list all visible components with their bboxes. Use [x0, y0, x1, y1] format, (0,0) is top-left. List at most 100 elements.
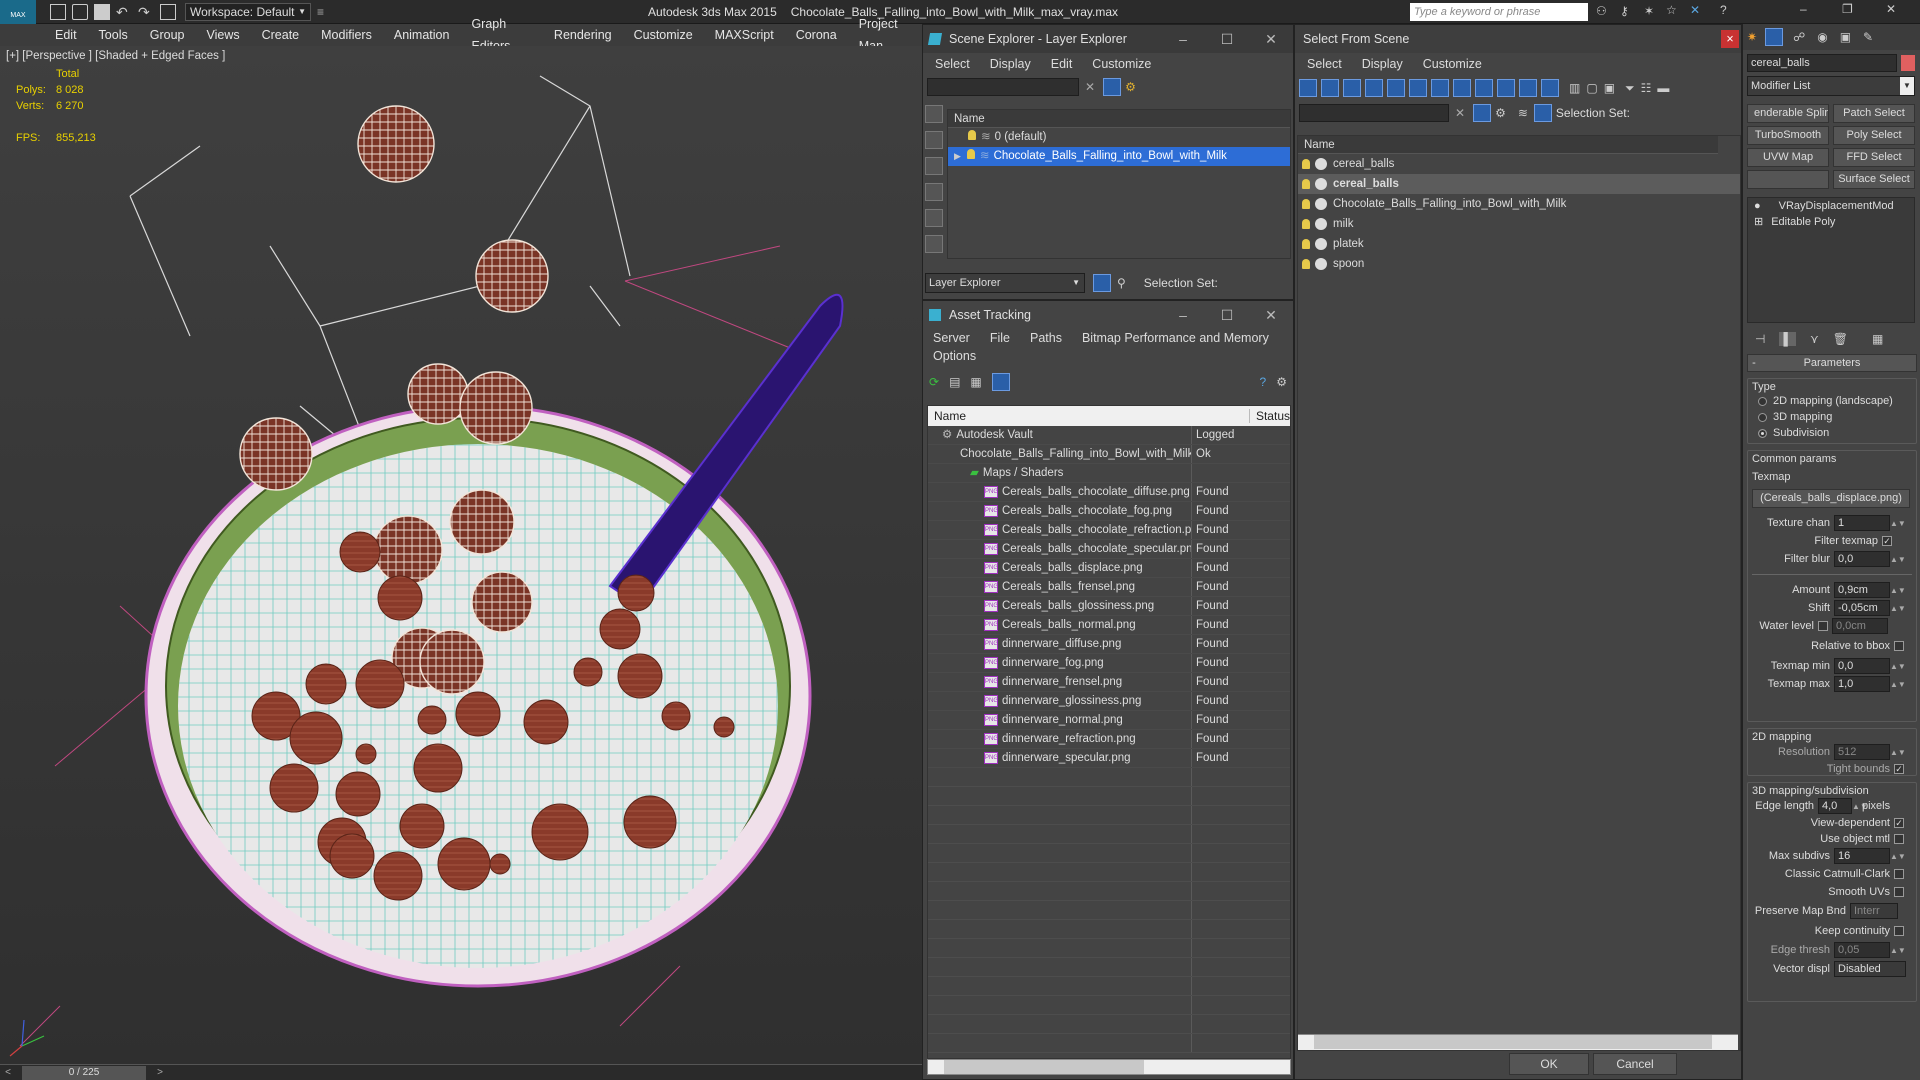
scene-object-row[interactable]: platek	[1298, 234, 1740, 254]
redo-icon[interactable]: ↷	[138, 4, 154, 20]
menu-views[interactable]: Views	[195, 24, 250, 46]
sfs-menu-customize[interactable]: Customize	[1413, 57, 1492, 71]
table-view-icon[interactable]	[991, 373, 1010, 391]
light-bulb-icon[interactable]	[968, 130, 976, 140]
menu-group[interactable]: Group	[139, 24, 196, 46]
light-bulb-icon[interactable]	[1302, 239, 1310, 249]
texmap-button[interactable]: (Cereals_balls_displace.png)	[1752, 489, 1910, 508]
light-bulb-icon[interactable]: ●	[1754, 200, 1761, 212]
cancel-button[interactable]: Cancel	[1593, 1053, 1677, 1075]
ffd-select-button[interactable]: FFD Select	[1833, 148, 1915, 167]
display-tab-icon[interactable]: ▣	[1840, 30, 1851, 44]
asset-row[interactable]: PNG Cereals_balls_chocolate_diffuse.png Fo…	[928, 483, 1290, 502]
help-icon[interactable]: ?	[1260, 375, 1267, 389]
app-logo[interactable]: MAX	[0, 0, 36, 24]
spinner-icon[interactable]: ▲▼	[1890, 680, 1906, 688]
display-cameras-filter-icon[interactable]	[1365, 79, 1383, 97]
create-tab-icon[interactable]: ✷	[1747, 30, 1757, 44]
exchange-icon[interactable]: ✶	[1644, 4, 1654, 18]
view-dependent-checkbox[interactable]: ✓	[1894, 818, 1904, 828]
water-level-checkbox[interactable]	[1818, 621, 1828, 631]
at-menu-file[interactable]: File	[980, 331, 1020, 345]
scene-object-row[interactable]: milk	[1298, 214, 1740, 234]
utilities-tab-icon[interactable]: ✎	[1863, 30, 1873, 44]
modify-tab-icon[interactable]	[1765, 28, 1784, 46]
scene-object-row[interactable]: spoon	[1298, 254, 1740, 274]
make-unique-icon[interactable]: ⋎	[1810, 332, 1819, 346]
modifier-list-dropdown[interactable]: Modifier List ▼	[1747, 76, 1915, 96]
select-invert-icon[interactable]: ▣	[1604, 81, 1615, 95]
asset-row[interactable]: PNG Cereals_balls_displace.png Found	[928, 559, 1290, 578]
close-icon[interactable]: ✕	[1249, 301, 1293, 329]
settings-icon[interactable]: ⚙	[1276, 375, 1287, 389]
help-icon[interactable]: ?	[1720, 3, 1727, 17]
asset-row[interactable]: PNG dinnerware_diffuse.png Found	[928, 635, 1290, 654]
relative-bbox-checkbox[interactable]	[1894, 641, 1904, 651]
menu-modifiers[interactable]: Modifiers	[310, 24, 383, 46]
display-frozen-filter-icon[interactable]	[1519, 79, 1537, 97]
at-menu-server[interactable]: Server	[923, 331, 980, 345]
list-view-icon[interactable]: ▤	[949, 375, 960, 389]
refresh-icon[interactable]: ⟳	[929, 375, 939, 389]
light-bulb-icon[interactable]	[1302, 199, 1310, 209]
star-icon[interactable]: ☆	[1666, 3, 1677, 17]
light-bulb-icon[interactable]	[1302, 159, 1310, 169]
menu-animation[interactable]: Animation	[383, 24, 461, 46]
sync-icon[interactable]: ⚙	[1495, 106, 1506, 120]
thumbnail-view-icon[interactable]: ▦	[970, 375, 981, 389]
asset-row[interactable]: PNG dinnerware_refraction.png Found	[928, 730, 1290, 749]
search-input[interactable]: Type a keyword or phrase	[1410, 3, 1588, 21]
sync-selection-icon[interactable]: ⚙	[1125, 80, 1136, 94]
clear-search-icon[interactable]: ✕	[1085, 80, 1095, 94]
asset-row[interactable]: PNG Cereals_balls_chocolate_refraction.pn…	[928, 521, 1290, 540]
scroll-thumb[interactable]	[1314, 1035, 1712, 1049]
use-object-mtl-checkbox[interactable]	[1894, 834, 1904, 844]
vector-displ-dropdown[interactable]: Disabled	[1834, 961, 1906, 977]
asset-hscrollbar[interactable]	[927, 1059, 1291, 1075]
sfs-col-name[interactable]: Name	[1298, 136, 1718, 154]
key-icon[interactable]: ⚷	[1620, 4, 1629, 18]
menu-corona[interactable]: Corona	[785, 24, 848, 46]
maximize-icon[interactable]: ☐	[1205, 25, 1249, 53]
display-groups-filter-icon[interactable]	[1431, 79, 1449, 97]
texmap-min-field[interactable]: 0,0	[1834, 658, 1890, 674]
se-menu-display[interactable]: Display	[980, 57, 1041, 71]
display-bones-filter-icon[interactable]	[1475, 79, 1493, 97]
maximize-icon[interactable]: ☐	[1205, 301, 1249, 329]
tight-bounds-checkbox[interactable]: ✓	[1894, 764, 1904, 774]
spinner-icon[interactable]: ▲▼	[1890, 748, 1906, 756]
spinner-icon[interactable]: ▲▼	[1852, 802, 1868, 810]
display-spacewarps-filter-icon[interactable]	[1409, 79, 1427, 97]
motion-tab-icon[interactable]: ◉	[1817, 30, 1827, 44]
asset-row[interactable]: PNG dinnerware_frensel.png Found	[928, 673, 1290, 692]
at-menu-options[interactable]: Options	[923, 349, 986, 363]
stack-item-vraydisplacement[interactable]: ● VRayDisplacementMod	[1748, 198, 1914, 214]
display-shapes-filter-icon[interactable]	[1321, 79, 1339, 97]
light-bulb-icon[interactable]	[1302, 259, 1310, 269]
select-all-icon[interactable]: ▥	[1569, 81, 1580, 95]
keep-continuity-checkbox[interactable]	[1894, 926, 1904, 936]
empty-modifier-slot[interactable]	[1747, 170, 1829, 189]
se-menu-select[interactable]: Select	[925, 57, 980, 71]
filter-funnel-icon[interactable]: ⏷	[1625, 81, 1635, 96]
edge-length-field[interactable]: 4,0	[1818, 798, 1852, 814]
renderable-spline-button[interactable]: enderable Splir	[1747, 104, 1829, 123]
next-frame-button[interactable]: >	[152, 1067, 168, 1078]
spinner-icon[interactable]: ▲▼	[1890, 586, 1906, 594]
expand-icon[interactable]: ⊞	[1754, 216, 1763, 228]
prev-frame-button[interactable]: <	[0, 1067, 16, 1078]
filter-icon[interactable]	[1473, 104, 1492, 122]
hierarchy-filter-icon[interactable]: ☷	[1641, 81, 1652, 95]
se-menu-edit[interactable]: Edit	[1041, 57, 1083, 71]
col-status[interactable]: Status	[1250, 409, 1290, 423]
shift-field[interactable]: -0,05cm	[1834, 600, 1890, 616]
asset-row[interactable]: PNG Cereals_balls_chocolate_specular.png F…	[928, 540, 1290, 559]
new-file-icon[interactable]	[50, 3, 66, 20]
surface-select-button[interactable]: Surface Select	[1833, 170, 1915, 189]
time-slider-track[interactable]: 0 / 225	[22, 1065, 146, 1080]
spinner-icon[interactable]: ▲▼	[1890, 519, 1906, 527]
layer-view-icon[interactable]	[1093, 274, 1111, 292]
asset-row[interactable]: Chocolate_Balls_Falling_into_Bowl_with_M…	[928, 445, 1290, 464]
sfs-search-field[interactable]	[1299, 104, 1449, 122]
max-subdivs-field[interactable]: 16	[1834, 848, 1890, 864]
